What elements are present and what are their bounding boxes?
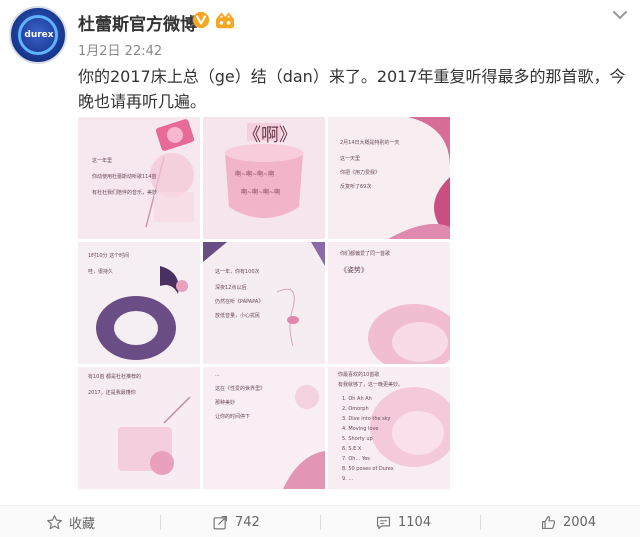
tile-5-line-1: 这一年，你有100次 [215, 269, 260, 275]
repost-button[interactable]: 742 [212, 506, 260, 537]
tile-3-line-2: 这一天里 [340, 156, 361, 162]
image-tile-2[interactable]: 《啊》 啊~啊~啊~啊 啊~啊~啊~啊 [203, 117, 325, 239]
tile-9-line-8: 6. S.E.X [342, 446, 362, 452]
tile-8-line-2: 这在《性爱的世界里》 [215, 386, 266, 392]
tile-9-line-6: 4. Moving love [342, 426, 379, 432]
star-icon [47, 514, 62, 529]
repost-count: 742 [235, 514, 260, 530]
tile-7-art [78, 367, 200, 489]
favorite-button[interactable]: 收藏 [46, 506, 95, 537]
divider [320, 515, 321, 530]
post-text: 你的2017床上总（ge）结（dan）来了。2017年重复听得最多的那首歌，今晚… [78, 67, 626, 111]
divider [160, 515, 161, 530]
comment-count: 1104 [398, 514, 432, 530]
tile-9-line-9: 7. Oh... Yes [342, 456, 370, 462]
like-button[interactable]: 2004 [540, 506, 596, 537]
weibo-post: durex 杜蕾斯官方微博 1月2日 22:42 你的2017床上总（ge）结（… [0, 0, 640, 537]
tile-9-line-11: 9. ... [342, 476, 354, 482]
tile-3-line-1: 2月14日大概是特别的一天 [340, 140, 400, 146]
tile-4-line-2: 哇，很持久 [88, 269, 114, 275]
tile-5-line-3: 仍然在听《PAPAPA》 [215, 299, 264, 305]
share-icon [213, 515, 228, 529]
tile-9-line-10: 8. 50 poses of Durex [342, 466, 394, 472]
action-bar: 收藏 742 1104 2004 [0, 505, 640, 537]
image-tile-9[interactable]: 你最喜欢的10首歌 有我就够了，这一晚更美妙。 1. Oh Ah Ah 2. O… [328, 367, 450, 489]
tile-9-line-5: 3. Dive into the sky [342, 416, 391, 422]
tile-1-line-2: 你动使用杜蕾斯动听歌114首 [92, 174, 157, 180]
chevron-down-icon[interactable] [612, 9, 628, 21]
tile-8-line-1: ... [215, 372, 220, 378]
avatar-logo: durex [24, 30, 54, 40]
tile-1-line-3: 有杜杜我们陪伴的音乐，美妙 [92, 190, 158, 196]
like-count: 2004 [563, 514, 597, 530]
tile-3-art [328, 117, 450, 239]
author-name[interactable]: 杜蕾斯官方微博 [78, 10, 197, 35]
tile-9-line-2: 有我就够了，这一晚更美妙。 [338, 382, 404, 388]
tile-2-title: 《啊》 [243, 125, 297, 146]
tile-5-line-4: 放低音量，小心扰民 [215, 313, 261, 319]
tile-4-art [78, 242, 200, 364]
image-tile-4[interactable]: 1时10分 这个时间 哇，很持久 [78, 242, 200, 364]
image-tile-5[interactable]: 这一年，你有100次 深夜12点以后 仍然在听《PAPAPA》 放低音量，小心扰… [203, 242, 325, 364]
tile-3-line-4: 反复听了69次 [340, 184, 372, 190]
image-tile-1[interactable]: 这一年里 你动使用杜蕾斯动听歌114首 有杜杜我们陪伴的音乐，美妙 [78, 117, 200, 239]
tile-1-line-1: 这一年里 [92, 158, 113, 164]
vip-crown-icon [216, 12, 234, 29]
tile-6-line-2: 《姿势》 [340, 266, 368, 274]
tile-9-line-1: 你最喜欢的10首歌 [338, 372, 380, 378]
tile-2-line-2: 啊~啊~啊~啊 [241, 189, 281, 196]
tile-9-line-3: 1. Oh Ah Ah [342, 396, 372, 402]
image-tile-8[interactable]: ... 这在《性爱的世界里》 那种美妙 让你的时间停下 [203, 367, 325, 489]
tile-3-line-3: 你把《用力爱我》 [340, 170, 381, 176]
divider [480, 515, 481, 530]
comment-icon [376, 516, 391, 529]
tile-5-line-2: 深夜12点以后 [215, 285, 247, 291]
tile-7-line-2: 2017，还是我最懂你 [88, 390, 136, 396]
image-grid: 这一年里 你动使用杜蕾斯动听歌114首 有杜杜我们陪伴的音乐，美妙 《啊》 啊~… [78, 117, 450, 489]
thumbs-up-icon [541, 515, 556, 529]
tile-4-line-1: 1时10分 这个时间 [88, 253, 130, 259]
tile-9-line-4: 2. Omorph [342, 406, 369, 412]
verified-badge-icon [192, 11, 210, 29]
tile-8-line-4: 让你的时间停下 [215, 414, 251, 420]
image-tile-3[interactable]: 2月14日大概是特别的一天 这一天里 你把《用力爱我》 反复听了69次 [328, 117, 450, 239]
tile-2-line-1: 啊~啊~啊~啊 [235, 171, 275, 178]
tile-7-line-1: 有10首 都是杜杜推荐的 [88, 374, 141, 380]
tile-6-line-1: 你们都偏爱了同一首歌 [340, 251, 391, 257]
post-time[interactable]: 1月2日 22:42 [78, 40, 162, 59]
tile-8-line-3: 那种美妙 [215, 400, 236, 406]
tile-6-art [328, 242, 450, 364]
image-tile-7[interactable]: 有10首 都是杜杜推荐的 2017，还是我最懂你 [78, 367, 200, 489]
image-tile-6[interactable]: 你们都偏爱了同一首歌 《姿势》 [328, 242, 450, 364]
avatar[interactable]: durex [9, 6, 67, 64]
tile-9-line-7: 5. Shorty up [342, 436, 373, 442]
comment-button[interactable]: 1104 [375, 506, 431, 537]
favorite-label: 收藏 [69, 516, 96, 532]
